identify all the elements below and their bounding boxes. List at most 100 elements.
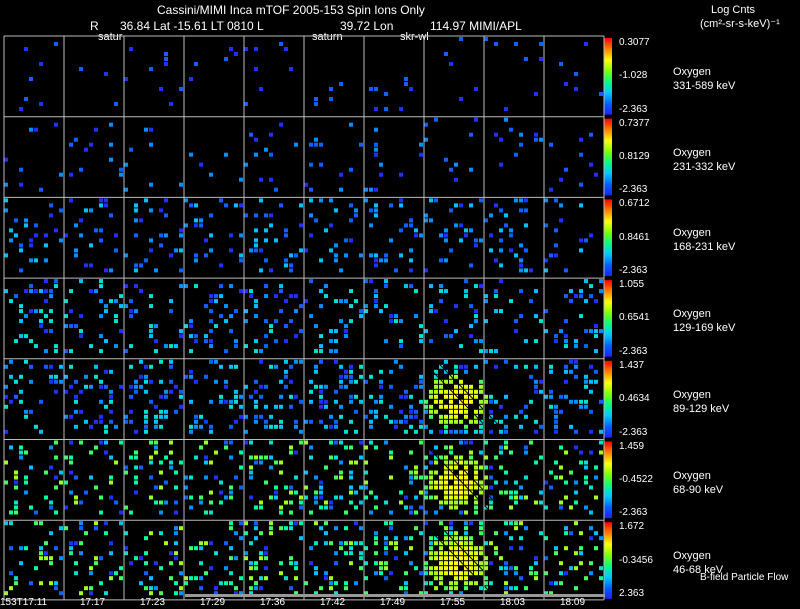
heatmap-cell [149,127,153,132]
heatmap-cell [59,379,63,384]
heatmap-cell [164,198,168,203]
heatmap-cell [474,485,478,490]
heatmap-cell [404,77,408,81]
heatmap-cell [24,414,28,419]
heatmap-cell [434,379,438,384]
heatmap-cell [329,414,333,419]
heatmap-cell [219,284,223,289]
heatmap-cell [134,218,138,223]
heatmap-cell [39,429,43,434]
heatmap-cell [314,364,318,369]
heatmap-cell [544,505,548,510]
heatmap-cell [469,480,473,485]
heatmap-cell [459,490,463,495]
heatmap-cell [49,319,53,324]
heatmap-cell [149,475,153,480]
heatmap-cell [379,399,383,404]
heatmap-cell [89,566,93,571]
heatmap-cell [4,253,8,258]
heatmap-cell [464,571,468,576]
heatmap-cell [564,394,568,399]
heatmap-cell [209,344,213,349]
heatmap-cell [409,424,413,429]
heatmap-cell [589,561,593,566]
heatmap-cell [564,319,568,324]
heatmap-cell [559,445,563,450]
heatmap-cell [374,571,378,576]
heatmap-cell [424,510,428,515]
heatmap-cell [434,117,438,122]
heatmap-cell [254,399,258,404]
heatmap-cell [114,571,118,576]
heatmap-cell [374,263,378,268]
heatmap-cell [479,424,483,429]
heatmap-cell [34,289,38,294]
heatmap-cell [489,213,493,218]
species-label: Oxygen [673,308,711,321]
heatmap-cell [184,576,188,581]
heatmap-cell [184,485,188,490]
heatmap-cell [79,334,83,339]
heatmap-cell [234,475,238,480]
heatmap-cell [534,364,538,369]
heatmap-cell [569,299,573,304]
heatmap-cell [299,203,303,208]
heatmap-cell [214,299,218,304]
heatmap-cell [374,536,378,541]
heatmap-cell [444,389,448,394]
heatmap-cell [574,339,578,344]
heatmap-cell [514,480,518,485]
heatmap-cell [354,299,358,304]
heatmap-cell [429,536,433,541]
heatmap-cell [224,566,228,571]
heatmap-cell [149,591,153,596]
heatmap-cell [24,490,28,495]
heatmap-cell [439,414,443,419]
heatmap-cell [414,526,418,531]
heatmap-cell [314,490,318,495]
heatmap-cell [429,571,433,576]
heatmap-cell [289,450,293,455]
energy-label: 89-129 keV [673,402,730,415]
heatmap-cell [579,551,583,556]
heatmap-cell [229,399,233,404]
heatmap-cell [449,571,453,576]
heatmap-cell [584,399,588,404]
heatmap-cell [14,233,18,238]
heatmap-cell [364,546,368,551]
heatmap-cell [409,414,413,419]
heatmap-cell [339,187,343,192]
heatmap-cell [49,581,53,586]
heatmap-cell [249,495,253,500]
heatmap-cell [429,480,433,485]
heatmap-cell [369,409,373,414]
heatmap-cell [244,551,248,556]
heatmap-cell [159,359,163,364]
heatmap-cell [109,576,113,581]
heatmap-cell [309,187,313,192]
colorbar-mid-label: 0.8129 [619,151,650,163]
heatmap-cell [569,369,573,374]
heatmap-cell [574,294,578,299]
heatmap-cell [24,314,28,319]
colorbar-mid-label: -1.028 [619,70,648,82]
heatmap-cell [254,389,258,394]
heatmap-cell [129,364,133,369]
heatmap-cell [154,419,158,424]
heatmap-cell [14,475,18,480]
heatmap-cell [199,218,203,223]
heatmap-cell [214,450,218,455]
heatmap-cell [594,369,598,374]
heatmap-cell [9,228,13,233]
heatmap-cell [189,369,193,374]
heatmap-cell [374,152,378,157]
heatmap-cell [84,531,88,536]
heatmap-cell [549,253,553,258]
heatmap-cell [359,485,363,490]
heatmap-cell [589,329,593,334]
heatmap-cell [464,546,468,551]
heatmap-cell [429,309,433,314]
heatmap-cell [64,233,68,238]
heatmap-cell [189,399,193,404]
heatmap-cell [554,581,558,586]
